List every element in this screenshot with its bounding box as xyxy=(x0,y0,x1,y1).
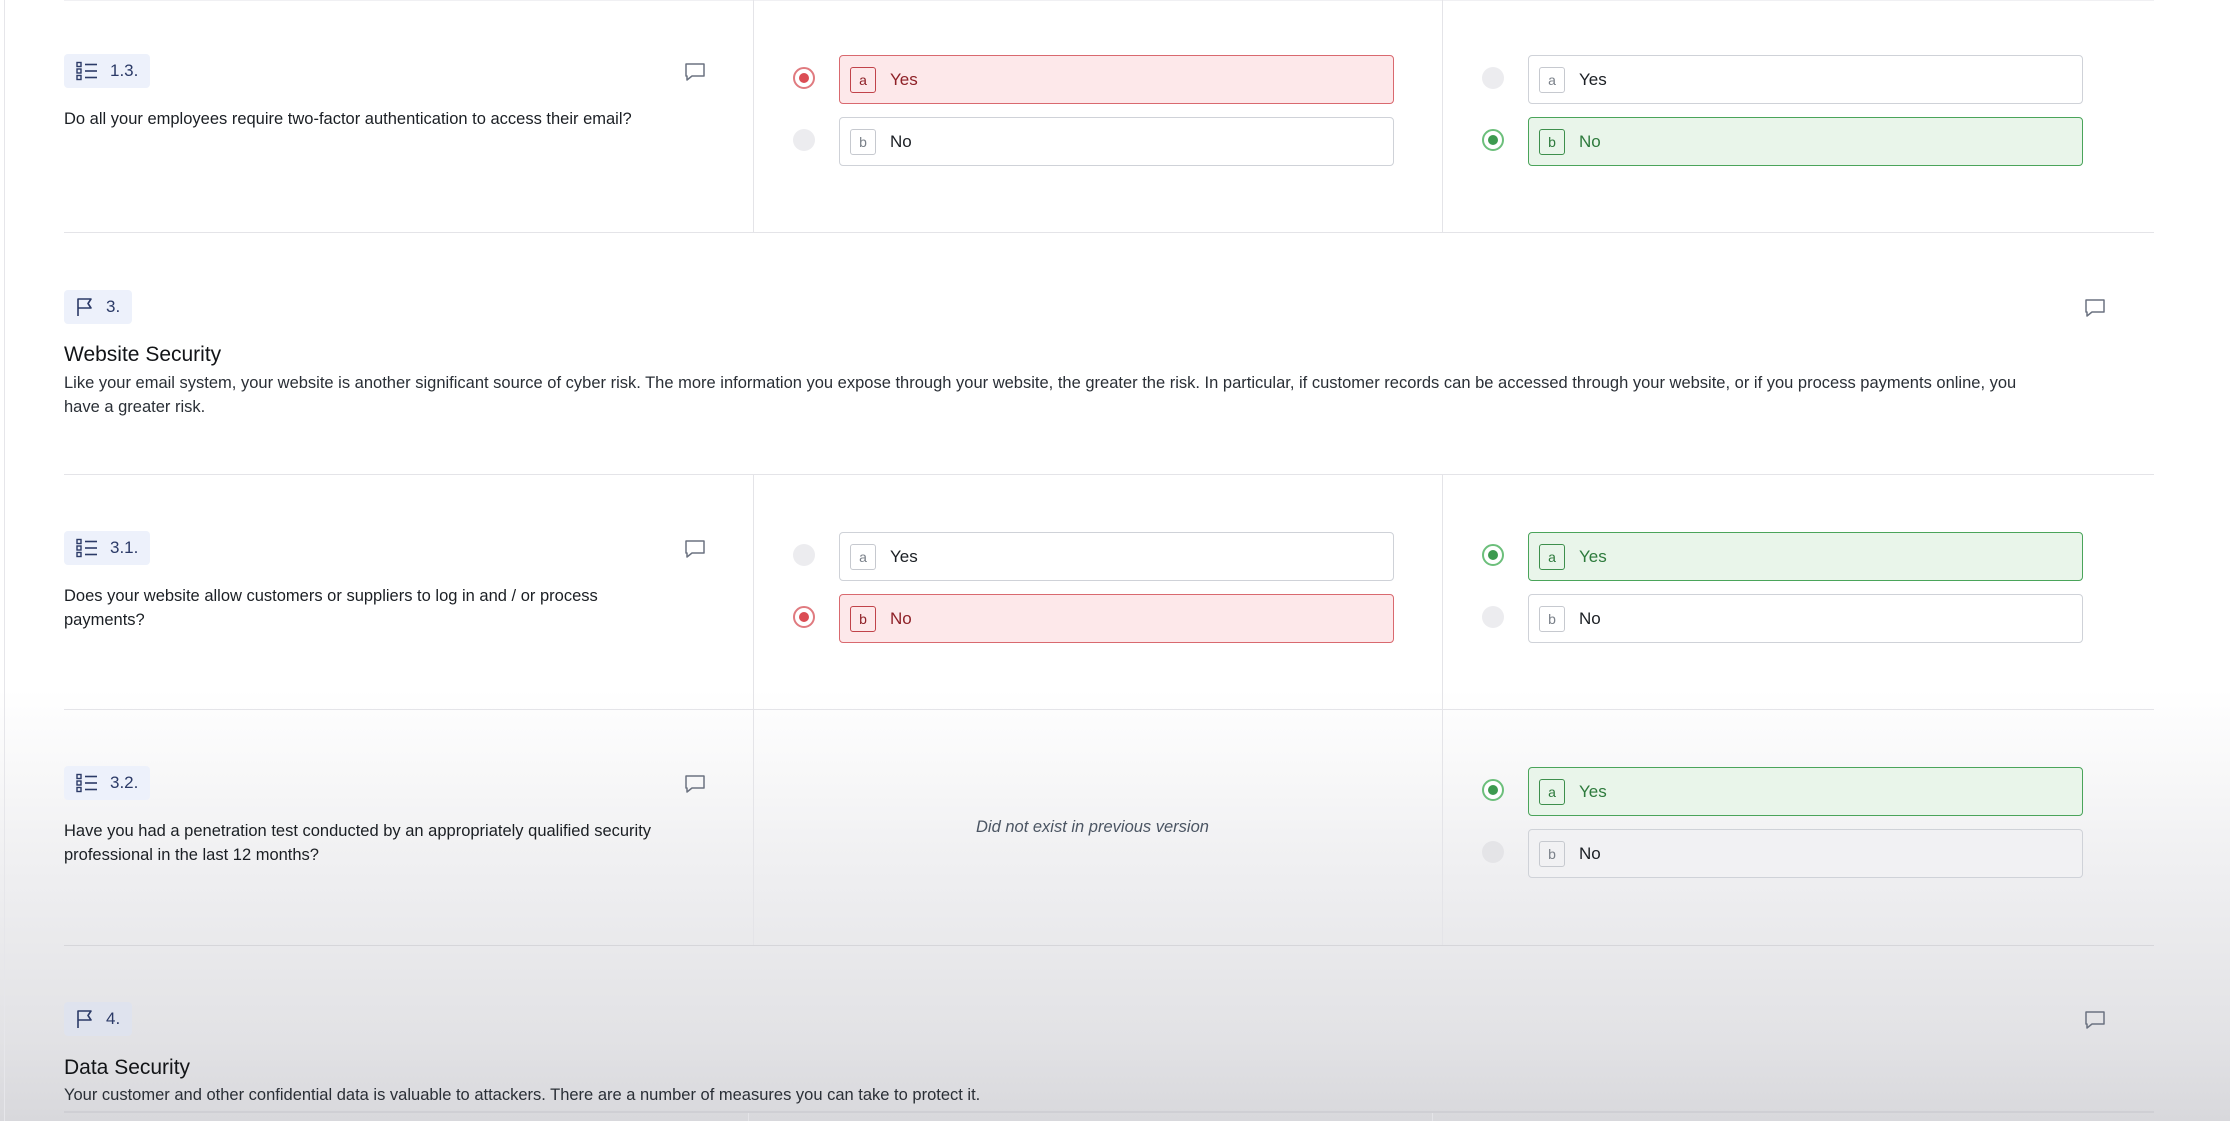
section-number-badge: 4. xyxy=(64,1002,133,1036)
previous-answer-radio-a[interactable] xyxy=(793,67,815,89)
section-description: Like your email system, your website is … xyxy=(64,374,2017,416)
flag-icon xyxy=(76,297,94,317)
column-divider xyxy=(748,1112,749,1121)
option-label: No xyxy=(1579,131,1601,151)
current-answer-radio-b[interactable] xyxy=(1482,841,1504,863)
current-option-b[interactable]: b No xyxy=(1528,594,2083,643)
question-text: Does your website allow customers or sup… xyxy=(64,587,598,629)
option-label: No xyxy=(890,608,912,628)
comment-icon[interactable] xyxy=(684,539,706,559)
option-label: Yes xyxy=(1579,69,1607,89)
section-number-badge: 3. xyxy=(64,290,133,324)
section-title: Website Security xyxy=(64,343,222,366)
current-answer-radio-a[interactable] xyxy=(1482,779,1504,801)
current-option-b[interactable]: b No xyxy=(1528,829,2083,878)
option-key: a xyxy=(1539,778,1565,805)
option-label: Yes xyxy=(890,546,918,566)
option-key: b xyxy=(1539,128,1565,155)
list-icon xyxy=(76,538,98,558)
option-label: Yes xyxy=(1579,546,1607,566)
column-divider xyxy=(1442,474,1443,946)
option-key: b xyxy=(1539,840,1565,867)
current-option-a[interactable]: a Yes xyxy=(1528,55,2083,104)
option-key: a xyxy=(1539,543,1565,570)
previous-option-b[interactable]: b No xyxy=(839,117,1394,166)
current-answer-radio-b[interactable] xyxy=(1482,606,1504,628)
option-label: Yes xyxy=(890,69,918,89)
divider xyxy=(64,945,2154,946)
comment-icon[interactable] xyxy=(684,774,706,794)
flag-icon xyxy=(76,1009,94,1029)
column-divider xyxy=(753,474,754,946)
not-in-previous-version-note: Did not exist in previous version xyxy=(976,818,1209,836)
question-number: 1.3. xyxy=(110,61,139,80)
option-key: a xyxy=(850,543,876,570)
comment-icon[interactable] xyxy=(2084,1010,2106,1030)
option-label: No xyxy=(1579,843,1601,863)
option-label: No xyxy=(1579,608,1601,628)
comment-icon[interactable] xyxy=(2084,298,2106,318)
column-divider xyxy=(1442,0,1443,232)
option-key: b xyxy=(850,128,876,155)
previous-answer-radio-b[interactable] xyxy=(793,606,815,628)
current-answer-radio-a[interactable] xyxy=(1482,544,1504,566)
divider xyxy=(64,0,2154,1)
column-divider xyxy=(1432,1112,1433,1121)
option-key: b xyxy=(850,605,876,632)
option-key: a xyxy=(1539,66,1565,93)
section-description: Your customer and other confidential dat… xyxy=(64,1086,981,1104)
previous-option-a[interactable]: a Yes xyxy=(839,532,1394,581)
option-key: a xyxy=(850,66,876,93)
current-option-a[interactable]: a Yes xyxy=(1528,532,2083,581)
current-answer-radio-b[interactable] xyxy=(1482,129,1504,151)
question-text: Do all your employees require two-factor… xyxy=(64,110,632,128)
option-key: b xyxy=(1539,605,1565,632)
previous-option-a[interactable]: a Yes xyxy=(839,55,1394,104)
page-left-border xyxy=(4,0,5,1121)
list-icon xyxy=(76,61,98,81)
option-label: No xyxy=(890,131,912,151)
previous-answer-radio-b[interactable] xyxy=(793,129,815,151)
section-number: 4. xyxy=(106,1009,121,1028)
section-title: Data Security xyxy=(64,1056,191,1079)
list-icon xyxy=(76,773,98,793)
divider xyxy=(64,709,2154,710)
divider xyxy=(64,474,2154,475)
previous-answer-radio-a[interactable] xyxy=(793,544,815,566)
current-option-a[interactable]: a Yes xyxy=(1528,767,2083,816)
column-divider xyxy=(753,0,754,232)
question-number-badge: 3.1. xyxy=(64,531,151,565)
question-number: 3.1. xyxy=(110,538,139,557)
option-label: Yes xyxy=(1579,781,1607,801)
question-number-badge: 1.3. xyxy=(64,54,151,88)
divider xyxy=(64,1111,2154,1113)
question-text: Have you had a penetration test conducte… xyxy=(64,822,652,864)
comment-icon[interactable] xyxy=(684,62,706,82)
current-option-b[interactable]: b No xyxy=(1528,117,2083,166)
current-answer-radio-a[interactable] xyxy=(1482,67,1504,89)
divider xyxy=(64,232,2154,233)
question-number: 3.2. xyxy=(110,773,139,792)
question-number-badge: 3.2. xyxy=(64,766,151,800)
section-number: 3. xyxy=(106,297,121,316)
previous-option-b[interactable]: b No xyxy=(839,594,1394,643)
